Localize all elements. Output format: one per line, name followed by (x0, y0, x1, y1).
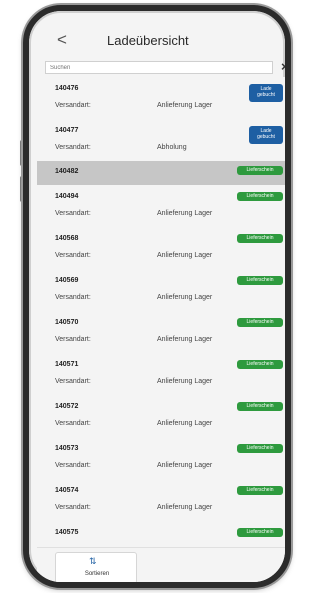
shipping-method-label: Versandart: (55, 210, 91, 217)
shipping-method-label: Versandart: (55, 252, 91, 259)
shipping-method-label: Versandart: (55, 144, 91, 151)
chevron-right-icon[interactable]: > (288, 134, 291, 144)
app-screen: < Ladeübersicht × 140476 Versandart: Anlie… (37, 19, 291, 582)
status-badge[interactable]: Lieferschein (237, 192, 283, 201)
shipping-method-value: Anlieferung Lager (157, 378, 213, 385)
sort-button-label: Sortieren (84, 571, 110, 577)
app-header: < Ladeübersicht (37, 19, 285, 59)
page-title: Ladeübersicht (107, 33, 189, 48)
chevron-right-icon[interactable]: > (288, 487, 291, 497)
status-badge[interactable]: Lieferschein (237, 166, 283, 175)
chevron-right-icon[interactable]: > (288, 92, 291, 102)
shipment-id: 140570 (55, 319, 79, 326)
list-item[interactable]: 140568 Versandart: Anlieferung Lager Liefer… (37, 227, 291, 270)
clear-search-button[interactable]: × (281, 59, 285, 74)
shipping-method-label: Versandart: (55, 462, 91, 469)
shipping-method-label: Versandart: (55, 336, 91, 343)
shipping-method-value: Abholung (157, 144, 187, 151)
status-badge[interactable]: Lieferschein (237, 234, 283, 243)
chevron-right-icon[interactable]: > (288, 193, 291, 203)
shipment-id: 140571 (55, 361, 79, 368)
chevron-right-icon[interactable]: > (288, 319, 291, 329)
shipping-method-value: Anlieferung Lager (157, 252, 213, 259)
back-button[interactable]: < (57, 31, 71, 49)
shipping-method-label: Versandart: (55, 378, 91, 385)
chevron-right-icon[interactable]: > (288, 445, 291, 455)
status-badge[interactable]: Lieferschein (237, 444, 283, 453)
chevron-right-icon[interactable]: > (288, 277, 291, 287)
status-badge[interactable]: Lieferschein (237, 318, 283, 327)
search-input[interactable] (45, 61, 273, 74)
shipping-method-label: Versandart: (55, 294, 91, 301)
bottom-toolbar: ⇅ Sortieren (37, 547, 285, 582)
status-badge[interactable]: Lieferschein (237, 276, 283, 285)
chevron-right-icon[interactable]: > (288, 529, 291, 539)
list-item[interactable]: 140569 Versandart: Anlieferung Lager Liefer… (37, 269, 291, 312)
status-badge[interactable]: Lieferschein (237, 402, 283, 411)
shipment-id: 140574 (55, 487, 79, 494)
shipping-method-value: Anlieferung Lager (157, 462, 213, 469)
list-item[interactable]: 140575 Lieferschein > (37, 521, 291, 547)
shipment-id: 140572 (55, 403, 79, 410)
shipping-method-label: Versandart: (55, 102, 91, 109)
shipping-method-value: Anlieferung Lager (157, 420, 213, 427)
shipment-id: 140568 (55, 235, 79, 242)
shipping-method-value: Anlieferung Lager (157, 102, 213, 109)
status-badge[interactable]: Lade gebucht (249, 126, 283, 144)
shipment-id: 140476 (55, 85, 79, 92)
list-item[interactable]: 140574 Versandart: Anlieferung Lager Liefer… (37, 479, 291, 522)
shipment-id: 140477 (55, 127, 79, 134)
shipment-id: 140569 (55, 277, 79, 284)
search-bar: × (45, 59, 285, 76)
list-item[interactable]: 140482 Lieferschein > (37, 161, 291, 186)
shipping-method-value: Anlieferung Lager (157, 294, 213, 301)
shipping-method-value: Anlieferung Lager (157, 336, 213, 343)
sort-button[interactable]: ⇅ Sortieren (55, 552, 137, 582)
shipping-method-label: Versandart: (55, 504, 91, 511)
shipment-id: 140573 (55, 445, 79, 452)
sort-arrows-icon: ⇅ (89, 556, 97, 566)
chevron-right-icon[interactable]: > (288, 235, 291, 245)
shipping-method-value: Anlieferung Lager (157, 504, 213, 511)
list-item[interactable]: 140570 Versandart: Anlieferung Lager Liefer… (37, 311, 291, 354)
list-item[interactable]: 140477 Versandart: Abholung Lade gebucht > (37, 119, 291, 162)
shipment-list: 140476 Versandart: Anlieferung Lager Lade g… (37, 77, 291, 547)
list-item[interactable]: 140476 Versandart: Anlieferung Lager Lade g… (37, 77, 291, 120)
list-item[interactable]: 140571 Versandart: Anlieferung Lager Liefer… (37, 353, 291, 396)
list-item[interactable]: 140573 Versandart: Anlieferung Lager Liefer… (37, 437, 291, 480)
shipment-id: 140494 (55, 193, 79, 200)
shipping-method-label: Versandart: (55, 420, 91, 427)
status-badge[interactable]: Lieferschein (237, 360, 283, 369)
status-badge[interactable]: Lade gebucht (249, 84, 283, 102)
chevron-right-icon[interactable]: > (288, 403, 291, 413)
chevron-right-icon[interactable]: > (288, 361, 291, 371)
phone-frame: < Ladeübersicht × 140476 Versandart: Anlie… (23, 5, 291, 588)
chevron-right-icon[interactable]: > (288, 167, 291, 177)
list-item[interactable]: 140572 Versandart: Anlieferung Lager Liefer… (37, 395, 291, 438)
shipment-id: 140482 (55, 168, 79, 175)
status-badge[interactable]: Lieferschein (237, 486, 283, 495)
list-item[interactable]: 140494 Versandart: Anlieferung Lager Liefer… (37, 185, 291, 228)
shipping-method-value: Anlieferung Lager (157, 210, 213, 217)
status-badge[interactable]: Lieferschein (237, 528, 283, 537)
shipment-id: 140575 (55, 529, 79, 536)
